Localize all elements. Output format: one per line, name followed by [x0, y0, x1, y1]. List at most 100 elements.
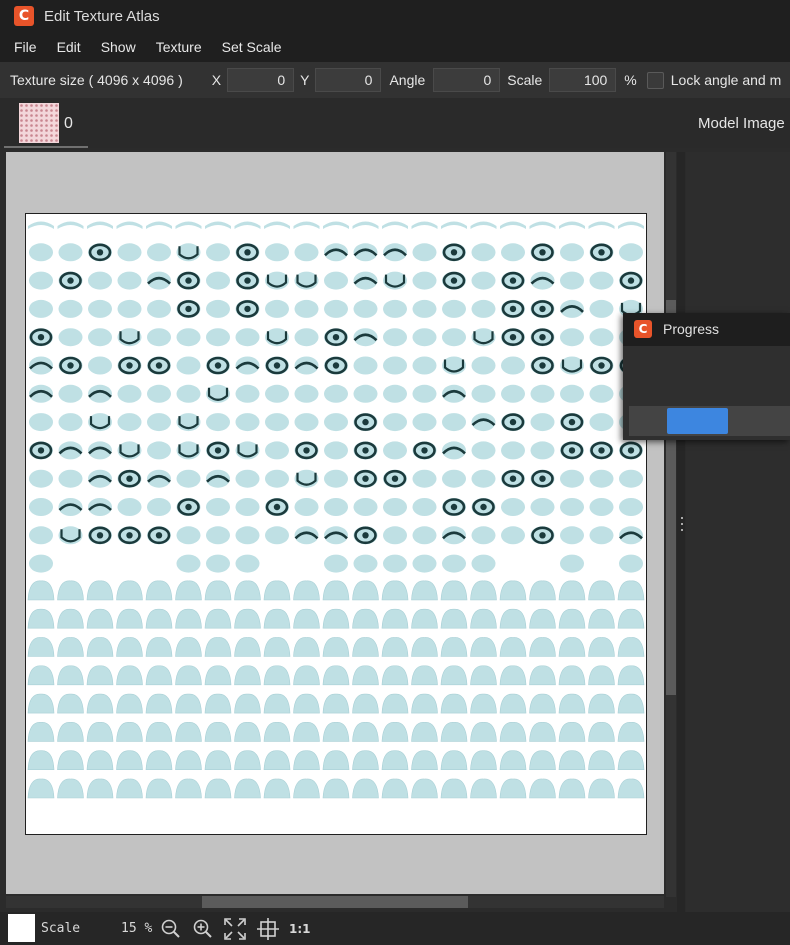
atlas-hair-part: [145, 722, 173, 742]
atlas-hair-part: [381, 608, 409, 629]
atlas-part: [147, 243, 171, 262]
atlas-hair-part: [440, 693, 468, 714]
atlas-hair-part: [617, 580, 645, 601]
menu-set-scale[interactable]: Set Scale: [212, 39, 292, 55]
atlas-hair-part: [204, 608, 232, 629]
atlas-hair-part: [352, 693, 379, 714]
menu-file[interactable]: File: [0, 39, 47, 55]
zoom-out-icon[interactable]: [160, 918, 182, 940]
atlas-pupil-part: [509, 334, 517, 341]
y-input[interactable]: 0: [315, 68, 382, 92]
atlas-viewport[interactable]: [6, 152, 664, 894]
fit-to-view-icon[interactable]: [223, 917, 247, 941]
atlas-hair-part: [234, 580, 261, 601]
atlas-hair-part: [352, 665, 379, 686]
atlas-hair-part: [411, 580, 438, 601]
atlas-hair-part: [27, 750, 55, 770]
lock-angle-checkbox[interactable]: [646, 71, 664, 89]
atlas-hair-part: [322, 608, 350, 629]
texture-thumbnail[interactable]: [19, 103, 59, 143]
menu-show[interactable]: Show: [91, 39, 146, 55]
atlas-pupil-part: [214, 362, 222, 369]
atlas-part: [206, 328, 230, 347]
atlas-part: [412, 243, 437, 262]
atlas-part: [235, 413, 260, 432]
atlas-pupil-part: [539, 532, 546, 539]
background-color-swatch[interactable]: [8, 914, 35, 942]
atlas-brow-part: [382, 221, 408, 229]
atlas-pupil-part: [539, 475, 546, 482]
atlas-part: [383, 356, 407, 375]
window-title: Edit Texture Atlas: [44, 7, 160, 25]
angle-input[interactable]: 0: [433, 68, 501, 92]
atlas-pupil-part: [155, 362, 163, 369]
atlas-pupil-part: [332, 362, 340, 369]
atlas-hair-part: [352, 637, 379, 657]
atlas-brow-part: [116, 221, 143, 229]
scale-input[interactable]: 100: [549, 68, 617, 92]
atlas-hair-part: [204, 722, 232, 742]
atlas-part: [471, 271, 496, 290]
app-logo-icon: C: [634, 320, 652, 338]
atlas-part: [442, 328, 466, 347]
menu-texture[interactable]: Texture: [146, 39, 212, 55]
atlas-pupil-part: [539, 334, 546, 341]
atlas-hair-part: [293, 750, 320, 770]
texture-tab-row: [0, 98, 790, 148]
atlas-hair-part: [27, 608, 55, 629]
atlas-hair-part: [529, 580, 556, 601]
atlas-hair-part: [470, 778, 497, 799]
atlas-hair-part: [175, 750, 202, 770]
atlas-part: [383, 384, 407, 403]
atlas-brow-part: [87, 221, 113, 229]
atlas-pupil-part: [362, 475, 369, 482]
atlas-pupil-part: [391, 475, 399, 482]
atlas-hair-part: [381, 665, 409, 686]
atlas-pupil-part: [568, 418, 576, 426]
zoom-value: 15 %: [121, 921, 153, 936]
atlas-hair-part: [440, 778, 468, 799]
atlas-hair-part: [558, 608, 586, 629]
zoom-in-icon[interactable]: [192, 918, 214, 940]
actual-size-button[interactable]: 1:1: [289, 922, 311, 936]
crosshair-icon[interactable]: [256, 917, 280, 941]
atlas-part: [117, 413, 142, 432]
atlas-part: [324, 413, 348, 432]
atlas-hair-part: [57, 750, 84, 770]
horizontal-scrollbar-thumb[interactable]: [202, 896, 468, 908]
x-input[interactable]: 0: [227, 68, 295, 92]
atlas-hair-part: [558, 693, 586, 714]
menu-edit[interactable]: Edit: [47, 39, 91, 55]
atlas-part: [589, 498, 614, 516]
atlas-hair-part: [57, 693, 84, 714]
atlas-hair-part: [234, 693, 261, 714]
atlas-part: [265, 526, 289, 545]
texture-atlas[interactable]: [25, 213, 647, 835]
atlas-part: [117, 498, 142, 516]
atlas-hair-part: [263, 693, 291, 714]
atlas-hair-part: [27, 722, 55, 742]
atlas-hair-part: [588, 665, 615, 686]
atlas-part: [88, 356, 112, 375]
atlas-hair-part: [86, 665, 114, 686]
atlas-hair-part: [588, 778, 615, 799]
atlas-part: [176, 554, 201, 573]
atlas-pupil-part: [303, 447, 310, 454]
atlas-hair-part: [352, 608, 379, 629]
atlas-hair-part: [617, 665, 645, 686]
atlas-hair-part: [440, 665, 468, 686]
atlas-hair-part: [558, 665, 586, 686]
atlas-hair-part: [263, 750, 291, 770]
atlas-part: [589, 328, 614, 347]
atlas-pupil-part: [37, 334, 45, 341]
texture-tab-index: 0: [64, 115, 73, 132]
atlas-part: [471, 356, 496, 375]
atlas-hair-part: [558, 750, 586, 770]
atlas-hair-part: [57, 637, 84, 657]
atlas-hair-part: [529, 750, 556, 770]
atlas-hair-part: [617, 778, 645, 799]
atlas-hair-part: [381, 580, 409, 601]
angle-label: Angle: [389, 72, 426, 88]
panel-splitter[interactable]: [677, 152, 685, 912]
atlas-hair-part: [322, 722, 350, 742]
